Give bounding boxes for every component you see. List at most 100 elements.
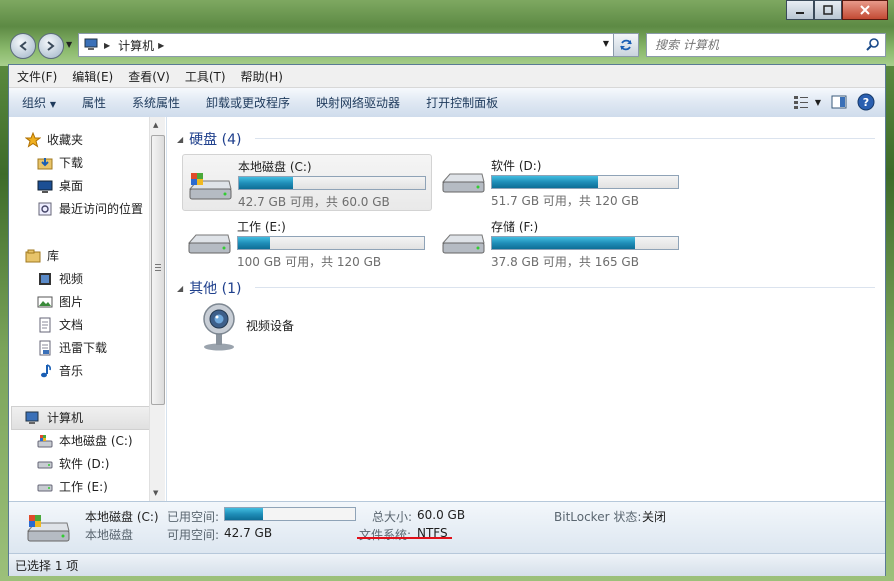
- nav-item-drive-d[interactable]: 软件 (D:): [37, 455, 109, 472]
- group-header-hdd[interactable]: ◢ 硬盘 (4): [177, 129, 241, 149]
- scroll-up-icon[interactable]: ▲: [153, 121, 158, 129]
- nav-libraries-label: 库: [47, 249, 60, 263]
- help-icon[interactable]: ?: [857, 93, 875, 111]
- drive-icon: [187, 234, 231, 254]
- star-icon: [25, 131, 41, 148]
- change-view-button[interactable]: ▼: [793, 95, 821, 109]
- drive-space-info: 37.8 GB 可用，共 165 GB: [491, 255, 639, 269]
- details-drive-name: 本地磁盘 (C:): [85, 510, 159, 524]
- nav-item-drive-c[interactable]: 本地磁盘 (C:): [37, 432, 133, 449]
- drive-space-info: 51.7 GB 可用，共 120 GB: [491, 194, 639, 208]
- back-button[interactable]: [10, 33, 36, 59]
- menu-file[interactable]: 文件(F): [9, 68, 64, 85]
- breadcrumb-arrow-icon[interactable]: ▶: [158, 41, 164, 50]
- organize-button[interactable]: 组织 ▼: [9, 94, 69, 111]
- menu-edit[interactable]: 编辑(E): [64, 68, 120, 85]
- collapse-triangle-icon[interactable]: ◢: [177, 284, 183, 293]
- menu-view[interactable]: 查看(V): [120, 68, 177, 85]
- drive-icon: [37, 479, 53, 495]
- desktop-icon: [37, 178, 53, 194]
- scrollbar-thumb[interactable]: [151, 135, 165, 405]
- details-filesystem-label: 文件系统:: [359, 528, 412, 542]
- close-button[interactable]: [842, 0, 888, 20]
- nav-item-downloads[interactable]: 下载: [37, 154, 83, 171]
- map-network-drive-button[interactable]: 映射网络驱动器: [303, 94, 413, 111]
- search-box[interactable]: [646, 33, 886, 57]
- nav-item-drive-e[interactable]: 工作 (E:): [37, 478, 108, 495]
- nav-item-label: 图片: [59, 295, 84, 309]
- properties-button[interactable]: 属性: [69, 94, 119, 111]
- address-dropdown-icon[interactable]: ▼: [603, 39, 609, 48]
- drive-tile-c[interactable]: 本地磁盘 (C:) 42.7 GB 可用，共 60.0 GB: [182, 154, 432, 211]
- nav-item-label: 工作 (E:): [59, 480, 108, 494]
- drive-usage-fill: [239, 177, 293, 189]
- minimize-button[interactable]: [786, 0, 814, 20]
- drive-icon: [441, 173, 485, 193]
- drive-usage-bar: [237, 236, 425, 250]
- nav-item-documents[interactable]: 文档: [37, 316, 83, 333]
- drive-tile-e[interactable]: 工作 (E:) 100 GB 可用，共 120 GB: [182, 215, 430, 270]
- device-name: 视频设备: [246, 319, 295, 333]
- chevron-down-icon: ▼: [49, 100, 56, 109]
- details-pane: 本地磁盘 (C:) 本地磁盘 已用空间: 可用空间: 42.7 GB 总大小: …: [9, 501, 885, 554]
- nav-item-label: 最近访问的位置: [59, 202, 144, 216]
- breadcrumb-computer[interactable]: 计算机: [118, 37, 154, 54]
- forward-button[interactable]: [38, 33, 64, 59]
- details-bitlocker-label: BitLocker 状态:: [554, 510, 642, 524]
- nav-favorites[interactable]: 收藏夹: [25, 131, 83, 148]
- content-pane: ◢ 硬盘 (4) 本地磁盘 (C:) 42.7 GB 可用，共 60.0 GB: [167, 117, 885, 501]
- menu-help[interactable]: 帮助(H): [233, 68, 290, 85]
- system-properties-button[interactable]: 系统属性: [119, 94, 193, 111]
- downloads-folder-icon: [37, 155, 53, 171]
- nav-computer[interactable]: 计算机: [25, 409, 83, 426]
- breadcrumb-arrow-icon[interactable]: ▶: [104, 41, 110, 50]
- nav-item-pictures[interactable]: 图片: [37, 293, 83, 310]
- nav-scrollbar[interactable]: ▲ ▼: [149, 117, 165, 501]
- open-control-panel-button[interactable]: 打开控制面板: [413, 94, 511, 111]
- refresh-icon: [620, 39, 632, 51]
- drive-name: 软件 (D:): [491, 159, 542, 173]
- svg-text:?: ?: [863, 96, 869, 109]
- close-icon: [860, 5, 870, 15]
- nav-computer-label: 计算机: [47, 411, 84, 425]
- address-bar[interactable]: ▶ 计算机 ▶ ▼: [78, 33, 614, 57]
- drive-usage-fill: [492, 176, 599, 188]
- maximize-button[interactable]: [814, 0, 842, 20]
- view-controls: ▼ ?: [793, 93, 875, 111]
- search-icon[interactable]: [866, 37, 880, 51]
- nav-libraries[interactable]: 库: [25, 247, 59, 264]
- drive-space-info: 42.7 GB 可用，共 60.0 GB: [238, 195, 390, 209]
- minimize-icon: [796, 12, 804, 14]
- details-used-label: 已用空间:: [167, 510, 220, 524]
- history-dropdown-icon[interactable]: ▼: [66, 40, 74, 50]
- nav-item-videos[interactable]: 视频: [37, 270, 83, 287]
- drive-usage-bar: [491, 175, 679, 189]
- drive-tile-f[interactable]: 存储 (F:) 37.8 GB 可用，共 165 GB: [436, 215, 684, 270]
- drive-name: 存储 (F:): [491, 220, 539, 234]
- nav-item-label: 迅雷下载: [59, 341, 108, 355]
- pictures-library-icon: [37, 294, 53, 310]
- nav-item-music[interactable]: 音乐: [37, 362, 83, 379]
- nav-item-desktop[interactable]: 桌面: [37, 177, 83, 194]
- documents-library-icon: [37, 317, 53, 333]
- caption-buttons: [786, 0, 888, 20]
- nav-item-recent-places[interactable]: 最近访问的位置: [37, 200, 143, 217]
- nav-item-xunlei-downloads[interactable]: 迅雷下载: [37, 339, 107, 356]
- navigation-pane: 收藏夹 下载 桌面 最近访问的位置 库 视频 图片 文档 迅雷下载 音乐 计算机…: [9, 117, 167, 501]
- details-drive-type: 本地磁盘: [85, 528, 134, 542]
- drive-icon: [37, 456, 53, 472]
- preview-pane-icon[interactable]: [831, 95, 847, 109]
- device-tile-video[interactable]: 视频设备: [189, 301, 389, 353]
- refresh-button[interactable]: [613, 33, 639, 57]
- menu-tools[interactable]: 工具(T): [177, 68, 233, 85]
- scroll-down-icon[interactable]: ▼: [153, 489, 158, 497]
- collapse-triangle-icon[interactable]: ◢: [177, 135, 183, 144]
- drive-tile-d[interactable]: 软件 (D:) 51.7 GB 可用，共 120 GB: [436, 154, 684, 209]
- uninstall-program-button[interactable]: 卸载或更改程序: [193, 94, 303, 111]
- nav-item-label: 本地磁盘 (C:): [59, 434, 133, 448]
- chevron-down-icon: ▼: [814, 97, 821, 107]
- group-header-other[interactable]: ◢ 其他 (1): [177, 278, 241, 298]
- search-input[interactable]: [653, 37, 857, 53]
- drive-name: 本地磁盘 (C:): [238, 160, 312, 174]
- drive-name: 工作 (E:): [237, 220, 286, 234]
